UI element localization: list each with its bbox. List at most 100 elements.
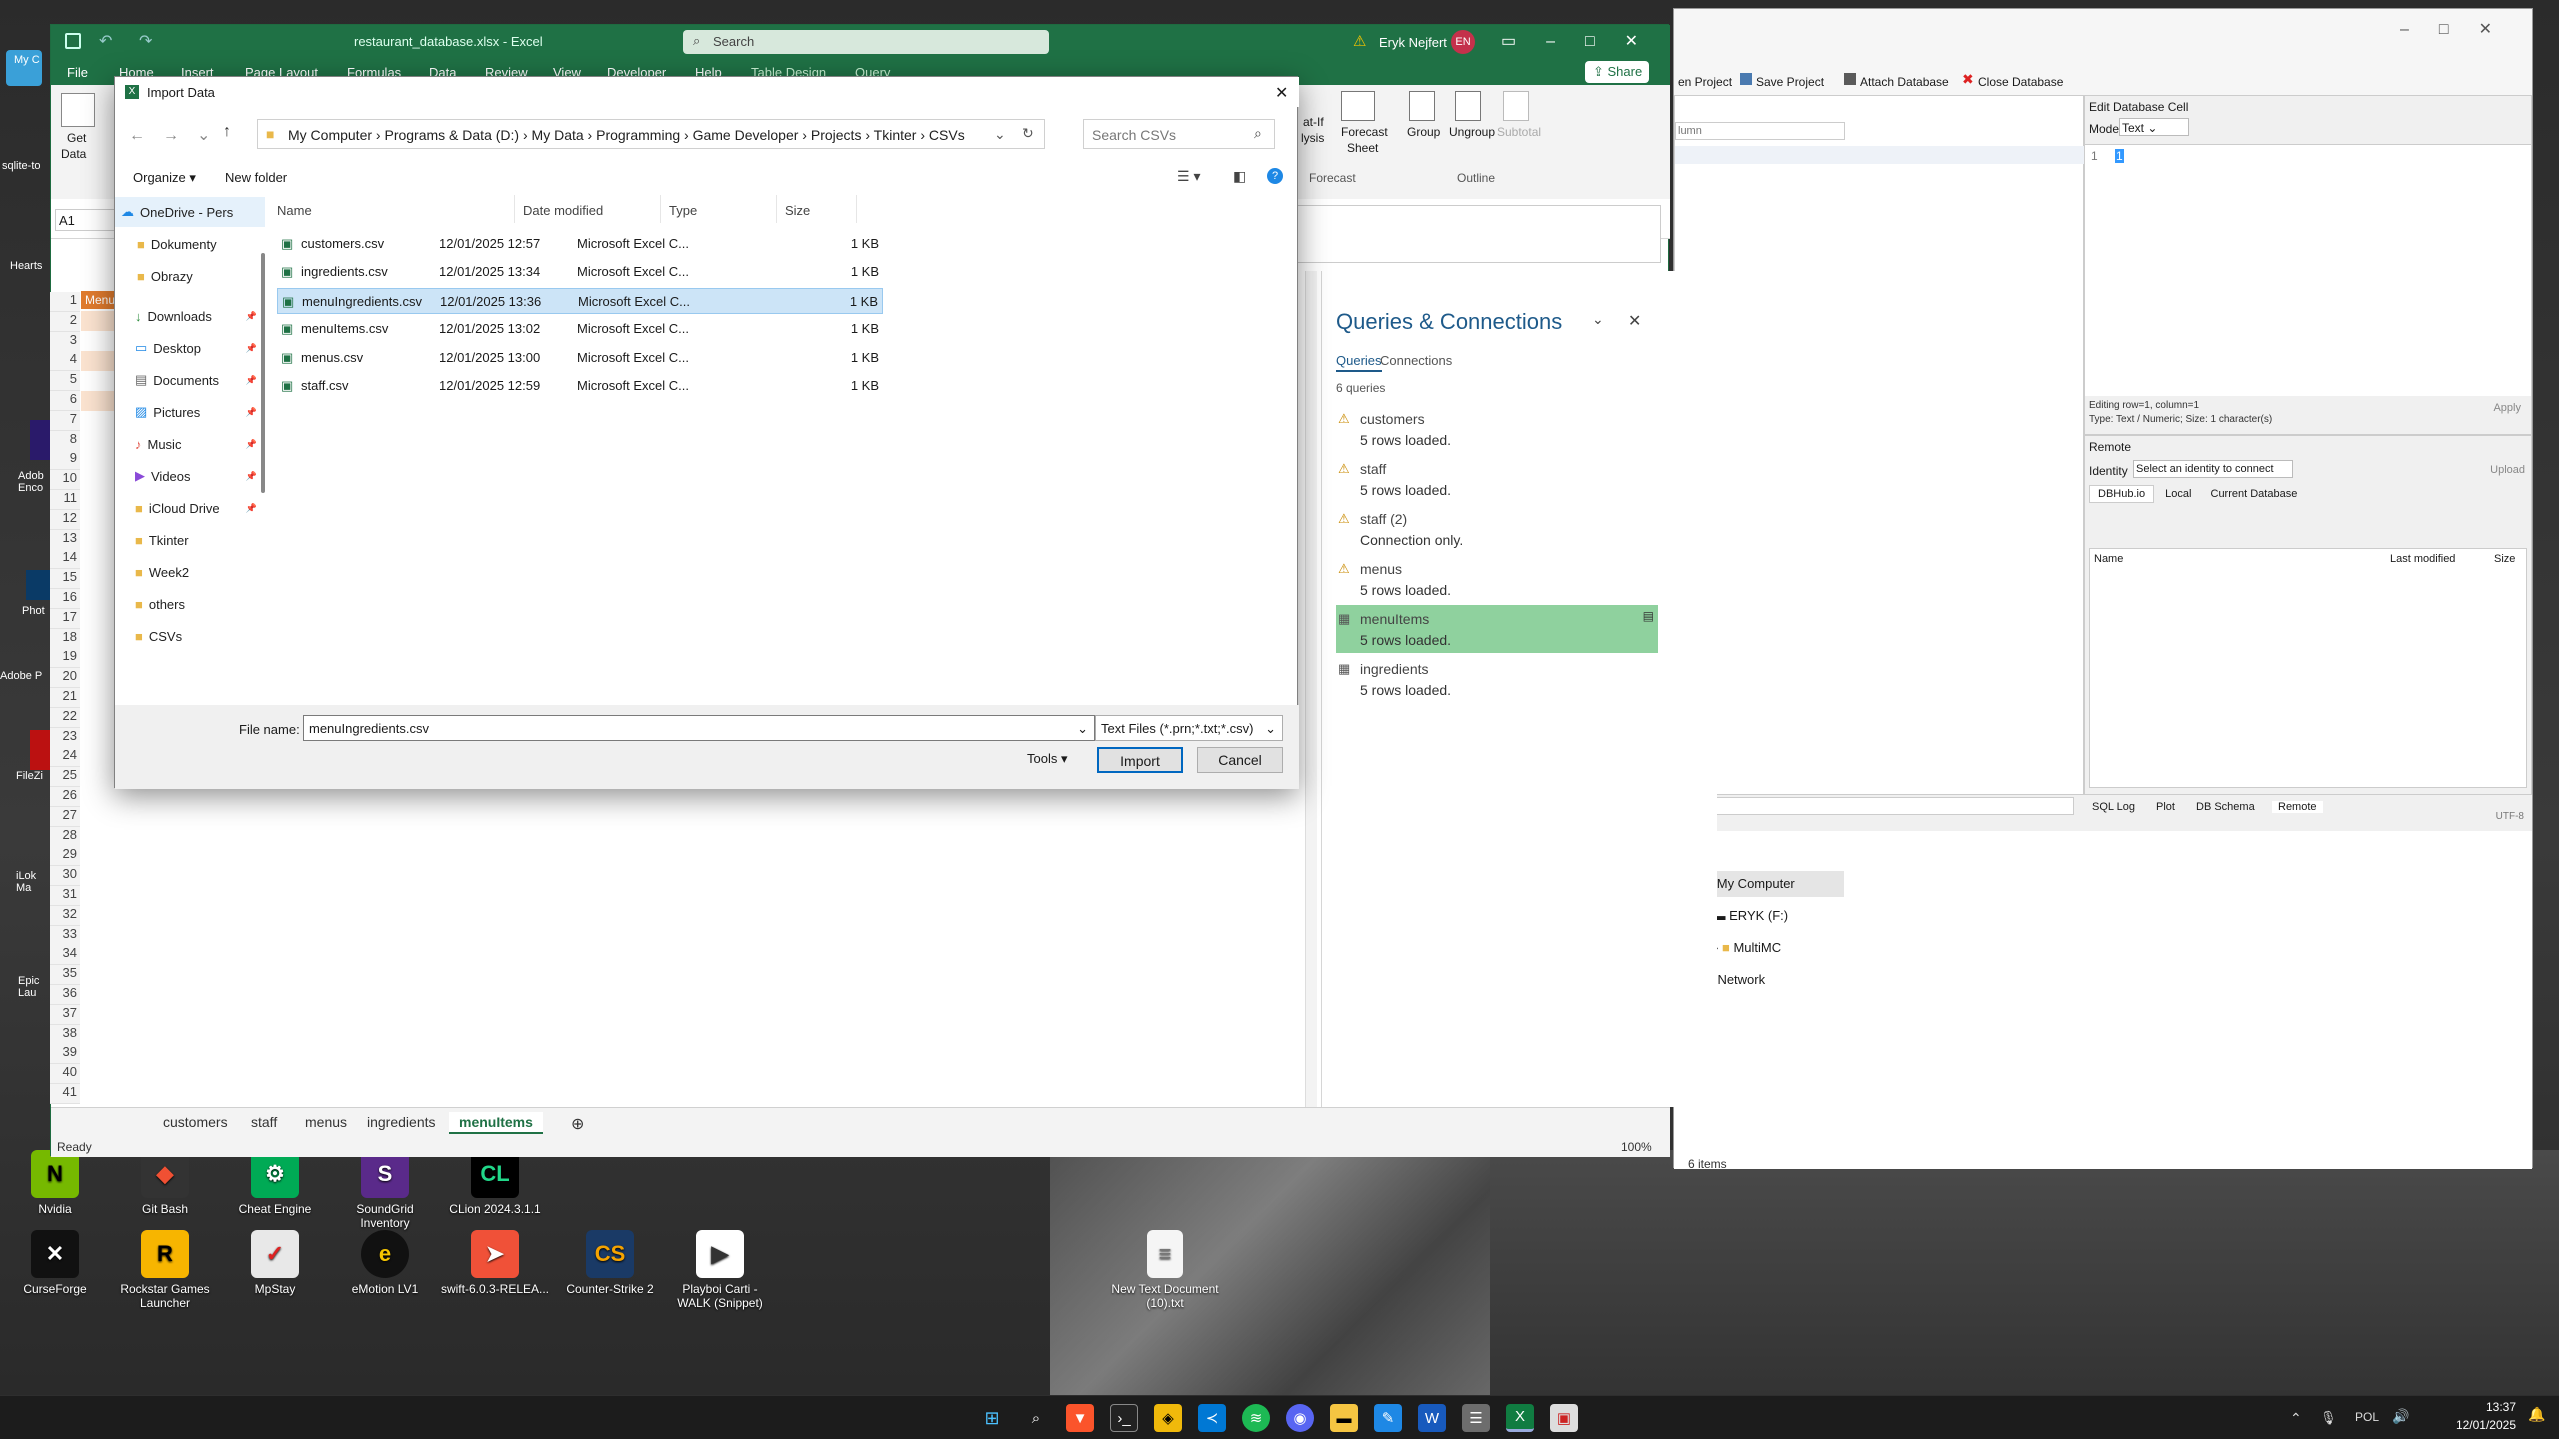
row-header[interactable]: 32 [50, 905, 80, 926]
filetype-select[interactable]: Text Files (*.prn;*.txt;*.csv) ⌄ [1095, 715, 1283, 741]
share-button[interactable]: ⇪ Share [1585, 61, 1649, 83]
up-arrow-icon[interactable]: ↑ [223, 123, 231, 141]
mic-icon[interactable]: 🎙 [2320, 1410, 2337, 1426]
breadcrumb-item[interactable]: My Data [532, 127, 584, 143]
row-header[interactable]: 19 [50, 648, 80, 669]
warning-icon[interactable]: ⚠ [1353, 32, 1366, 50]
query-item[interactable]: ⚠ customers 5 rows loaded. [1336, 405, 1658, 453]
nav-item[interactable]: ▤ Documents 📌 [115, 365, 265, 395]
nav-item[interactable]: ■ Dokumenty [115, 229, 265, 259]
tab-queries[interactable]: Queries [1336, 353, 1382, 372]
row-header[interactable]: 18 [50, 628, 80, 649]
row-header[interactable]: 36 [50, 985, 80, 1005]
row-header[interactable]: 15 [50, 569, 80, 590]
cell-editor[interactable]: 1 1 [2085, 144, 2531, 396]
col-size[interactable]: Size [2494, 553, 2515, 565]
undo-icon[interactable]: ↶ [99, 31, 112, 51]
filezilla-icon[interactable] [30, 730, 50, 770]
word-icon[interactable]: W [1418, 1404, 1446, 1432]
row-header[interactable]: 29 [50, 846, 80, 867]
col-date-header[interactable]: Date modified [515, 195, 661, 223]
nav-item[interactable]: ■ Tkinter [115, 525, 265, 555]
query-item-selected[interactable]: ▦ menuItems 5 rows loaded. ▤ [1336, 605, 1658, 653]
tab-current-database[interactable]: Current Database [2203, 486, 2306, 502]
window-controls[interactable]: –□✕ [2400, 19, 2522, 39]
spotify-icon[interactable]: ≋ [1242, 1404, 1270, 1432]
row-header[interactable]: 23 [50, 727, 80, 748]
import-dialog-taskbar-icon[interactable]: ▣ [1550, 1404, 1578, 1432]
desktop-icon-cs2[interactable]: CS Counter-Strike 2 [555, 1230, 665, 1296]
row-header[interactable]: 27 [50, 806, 80, 827]
vscode-icon[interactable]: ≺ [1198, 1404, 1226, 1432]
file-row[interactable]: ▣ menuItems.csv 12/01/2025 13:02 Microsoft … [277, 316, 883, 342]
tab-db-schema[interactable]: DB Schema [2196, 801, 2255, 813]
open-project-button[interactable]: en Project [1678, 75, 1732, 89]
nav-item[interactable]: ▶ Videos 📌 [115, 461, 265, 491]
photoshop-icon[interactable] [26, 570, 50, 600]
preview-pane-icon[interactable]: ◧ [1233, 168, 1246, 185]
help-icon[interactable]: ? [1267, 168, 1283, 184]
desktop-icon-curseforge[interactable]: ✕ CurseForge [0, 1230, 110, 1296]
upload-button[interactable]: Upload [2490, 464, 2525, 476]
mode-select[interactable]: Text ⌄ [2119, 118, 2189, 136]
nav-item[interactable]: ■ others [115, 589, 265, 619]
row-header[interactable]: 28 [50, 826, 80, 847]
speaker-icon[interactable]: 🔊 [2392, 1408, 2409, 1425]
desktop-icon-soundgrid[interactable]: S SoundGrid Inventory [330, 1150, 440, 1230]
row-header[interactable]: 10 [50, 470, 80, 491]
search-icon[interactable]: ⌕ [1022, 1404, 1050, 1432]
row-header[interactable]: 13 [50, 529, 80, 550]
row-header[interactable]: 30 [50, 866, 80, 887]
nav-buttons[interactable]: ←→⌄ [129, 125, 228, 145]
goto-input[interactable] [1694, 797, 2074, 815]
desktop-icon-playboi[interactable]: ▶ Playboi Carti - WALK (Snippet) [665, 1230, 775, 1310]
excel-taskbar-icon[interactable]: X [1506, 1404, 1534, 1432]
forecast-sheet-button[interactable]: Forecast [1341, 125, 1388, 139]
file-row[interactable]: ▣ ingredients.csv 12/01/2025 13:34 Microsof… [277, 259, 883, 285]
desktop-icon-clion[interactable]: CL CLion 2024.3.1.1 [440, 1150, 550, 1216]
col-last-modified[interactable]: Last modified [2390, 553, 2455, 565]
query-preview-icon[interactable]: ▤ [1643, 609, 1654, 623]
filename-input[interactable]: menuIngredients.csv ⌄ [303, 715, 1095, 741]
row-header[interactable]: 41 [50, 1084, 80, 1104]
row-header[interactable]: 12 [50, 509, 80, 530]
col-name-header[interactable]: Name [269, 195, 515, 223]
desktop-icon-nvidia[interactable]: N Nvidia [0, 1150, 110, 1216]
breadcrumb-item[interactable]: Tkinter [874, 127, 917, 143]
what-if-button[interactable]: at-If [1303, 115, 1324, 129]
row-header[interactable]: 26 [50, 787, 80, 807]
query-item[interactable]: ▦ ingredients 5 rows loaded. [1336, 655, 1658, 703]
close-icon[interactable]: ✕ [1628, 311, 1641, 331]
window-controls[interactable]: ▭–□✕ [1501, 31, 1668, 51]
refresh-icon[interactable]: ↻ [1022, 125, 1034, 142]
row-header[interactable]: 4 [50, 351, 80, 372]
group-button[interactable]: Group [1407, 125, 1440, 139]
desktop-icon-emotion[interactable]: e eMotion LV1 [330, 1230, 440, 1296]
cell-value[interactable]: 1 [2115, 149, 2124, 163]
query-item[interactable]: ⚠ staff (2) Connection only. [1336, 505, 1658, 553]
breadcrumb-item[interactable]: Programming [596, 127, 680, 143]
row-header[interactable]: 33 [50, 925, 80, 946]
row-header[interactable]: 7 [50, 410, 80, 431]
row-header[interactable]: 24 [50, 747, 80, 768]
file-row[interactable]: ▣ menus.csv 12/01/2025 13:00 Microsoft Exce… [277, 345, 883, 371]
vertical-scrollbar[interactable] [1305, 271, 1317, 1107]
pane-options-icon[interactable]: ⌄ [1592, 311, 1604, 328]
desktop-icon-mpstay[interactable]: ✓ MpStay [220, 1230, 330, 1296]
terminal-icon[interactable]: ›_ [1110, 1404, 1138, 1432]
nav-item[interactable]: ▨ Pictures 📌 [115, 397, 265, 427]
row-header[interactable]: 1 [50, 292, 80, 312]
subtotal-button[interactable]: Subtotal [1497, 125, 1541, 139]
nav-item[interactable]: ■ iCloud Drive 📌 [115, 493, 265, 523]
apply-button[interactable]: Apply [2493, 402, 2521, 414]
adobe-encoder-icon[interactable] [30, 420, 50, 460]
row-header[interactable]: 37 [50, 1004, 80, 1025]
desktop-icon-rockstar[interactable]: R Rockstar Games Launcher [110, 1230, 220, 1310]
col-size-header[interactable]: Size [777, 195, 857, 223]
breadcrumb-item[interactable]: Programs & Data (D:) [384, 127, 519, 143]
close-database-button[interactable]: Close Database [1978, 75, 2063, 89]
save-project-button[interactable]: Save Project [1756, 75, 1824, 89]
row-header[interactable]: 39 [50, 1044, 80, 1065]
nav-item[interactable]: ▭ Desktop 📌 [115, 333, 265, 363]
query-item[interactable]: ⚠ menus 5 rows loaded. [1336, 555, 1658, 603]
